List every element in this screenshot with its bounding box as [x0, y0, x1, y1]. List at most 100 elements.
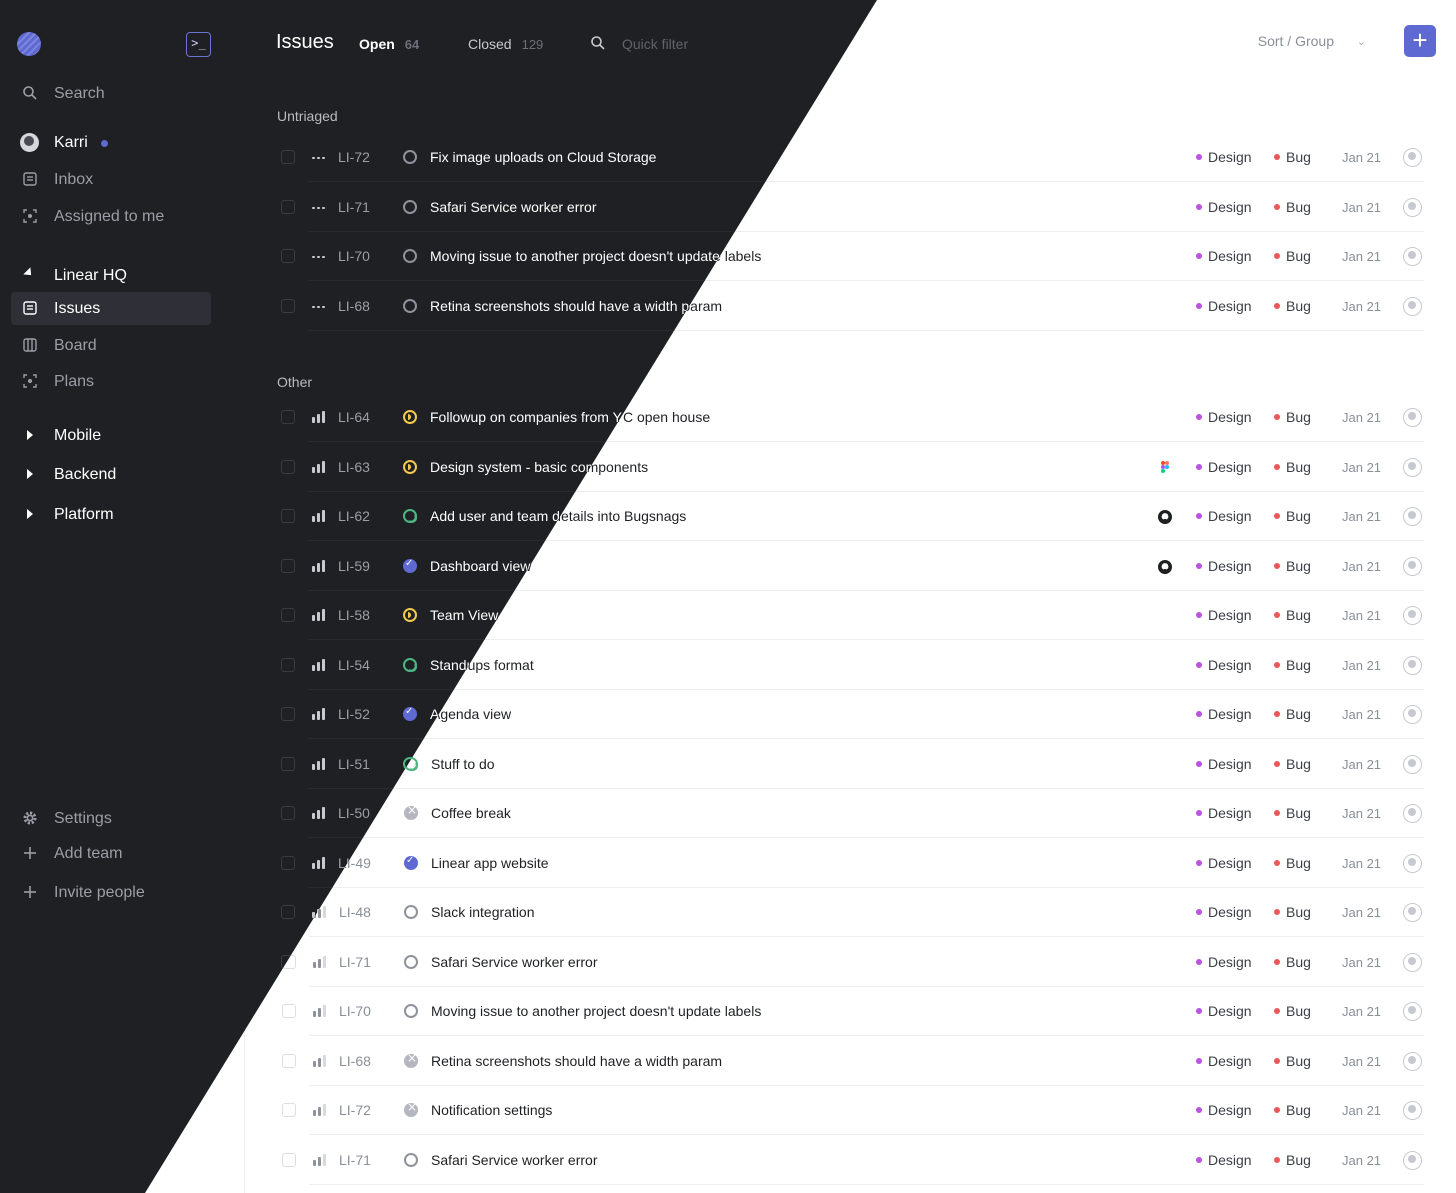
label-bug[interactable]: Bug	[1274, 298, 1311, 314]
priority-icon[interactable]	[312, 807, 326, 819]
assignee-avatar-icon[interactable]	[1403, 606, 1422, 625]
issue-title[interactable]: Safari Service worker error	[431, 954, 598, 970]
assignee-avatar-icon[interactable]	[1403, 953, 1422, 972]
issue-row[interactable]: LI-51 Stuff to do Design Bug Jan 21	[265, 740, 1424, 789]
label-design[interactable]: Design	[1196, 459, 1252, 475]
label-bug[interactable]: Bug	[1274, 1102, 1311, 1118]
label-bug[interactable]: Bug	[1274, 756, 1311, 772]
assignee-avatar-icon[interactable]	[1403, 148, 1422, 167]
label-design[interactable]: Design	[1196, 657, 1252, 673]
row-checkbox[interactable]	[281, 757, 295, 771]
assignee-avatar-icon[interactable]	[1403, 854, 1422, 873]
priority-icon[interactable]	[313, 1055, 327, 1067]
row-checkbox[interactable]	[281, 299, 295, 313]
new-issue-button[interactable]: +	[1404, 25, 1436, 57]
label-bug[interactable]: Bug	[1274, 1003, 1311, 1019]
priority-icon[interactable]	[312, 708, 326, 720]
issue-title[interactable]: Stuff to do	[431, 756, 495, 772]
assignee-avatar-icon[interactable]	[1403, 507, 1422, 526]
sidebar-item-invite[interactable]: Invite people	[11, 876, 211, 909]
priority-icon[interactable]	[312, 758, 326, 770]
issue-title[interactable]: Retina screenshots should have a width p…	[430, 298, 721, 314]
status-icon[interactable]	[403, 658, 417, 672]
issue-title[interactable]: Team View	[430, 607, 498, 623]
issue-title[interactable]: Safari Service worker error	[430, 199, 597, 215]
status-icon[interactable]	[403, 509, 417, 523]
row-checkbox[interactable]	[281, 608, 295, 622]
row-checkbox[interactable]	[282, 1054, 296, 1068]
status-icon[interactable]	[403, 299, 417, 313]
priority-icon[interactable]	[312, 201, 326, 213]
github-icon[interactable]	[1157, 559, 1173, 575]
status-icon[interactable]	[404, 1051, 418, 1068]
status-icon[interactable]	[403, 150, 417, 164]
label-design[interactable]: Design	[1196, 558, 1252, 574]
priority-icon[interactable]	[313, 1154, 327, 1166]
issue-title[interactable]: Safari Service worker error	[431, 1152, 598, 1168]
label-bug[interactable]: Bug	[1274, 508, 1311, 524]
label-design[interactable]: Design	[1196, 706, 1252, 722]
row-checkbox[interactable]	[281, 806, 295, 820]
issue-title[interactable]: Linear app website	[431, 855, 549, 871]
sidebar-user[interactable]: Karri	[11, 126, 211, 159]
label-bug[interactable]: Bug	[1274, 199, 1311, 215]
label-design[interactable]: Design	[1196, 805, 1252, 821]
label-design[interactable]: Design	[1196, 904, 1252, 920]
label-bug[interactable]: Bug	[1274, 409, 1311, 425]
row-checkbox[interactable]	[281, 410, 295, 424]
sidebar-search[interactable]: Search	[11, 77, 211, 110]
label-bug[interactable]: Bug	[1274, 805, 1311, 821]
issue-row[interactable]: LI-68 Retina screenshots should have a wi…	[265, 1037, 1424, 1086]
sidebar-item-assigned[interactable]: Assigned to me	[11, 200, 211, 233]
sidebar-project-mobile[interactable]: Mobile	[11, 419, 211, 452]
command-menu-button[interactable]: >_	[186, 32, 211, 57]
assignee-avatar-icon[interactable]	[1403, 297, 1422, 316]
assignee-avatar-icon[interactable]	[1403, 1002, 1422, 1021]
issue-row[interactable]: LI-48 Slack integration Design Bug Jan 21	[265, 888, 1424, 937]
sidebar-item-board[interactable]: Board	[11, 329, 211, 362]
assignee-avatar-icon[interactable]	[1403, 1151, 1422, 1170]
issue-row[interactable]: LI-70 Moving issue to another project doe…	[265, 987, 1424, 1036]
assignee-avatar-icon[interactable]	[1403, 903, 1422, 922]
label-design[interactable]: Design	[1196, 607, 1252, 623]
issue-title[interactable]: Dashboard view	[430, 558, 530, 574]
label-design[interactable]: Design	[1196, 855, 1252, 871]
sidebar-team-linear-hq[interactable]: Linear HQ	[11, 259, 211, 292]
row-checkbox[interactable]	[282, 1153, 296, 1167]
priority-icon[interactable]	[312, 151, 326, 163]
priority-icon[interactable]	[313, 1104, 327, 1116]
assignee-avatar-icon[interactable]	[1403, 1101, 1422, 1120]
label-bug[interactable]: Bug	[1274, 607, 1311, 623]
label-bug[interactable]: Bug	[1274, 149, 1311, 165]
sidebar-item-plans[interactable]: Plans	[11, 365, 211, 398]
priority-icon[interactable]	[313, 1005, 327, 1017]
issue-row[interactable]: LI-50 Coffee break Design Bug Jan 21	[265, 789, 1424, 838]
label-design[interactable]: Design	[1196, 954, 1252, 970]
priority-icon[interactable]	[312, 510, 326, 522]
sidebar-item-issues[interactable]: Issues	[11, 292, 211, 325]
status-icon[interactable]	[403, 706, 417, 721]
issue-title[interactable]: Coffee break	[431, 805, 511, 821]
label-design[interactable]: Design	[1196, 1102, 1252, 1118]
sidebar-item-inbox[interactable]: Inbox	[11, 163, 211, 196]
issue-title[interactable]: Fix image uploads on Cloud Storage	[430, 149, 656, 165]
priority-icon[interactable]	[312, 659, 326, 671]
github-icon[interactable]	[1157, 509, 1173, 525]
status-icon[interactable]	[404, 1153, 418, 1167]
label-bug[interactable]: Bug	[1274, 855, 1311, 871]
label-bug[interactable]: Bug	[1274, 459, 1311, 475]
issue-title[interactable]: Slack integration	[431, 904, 535, 920]
row-checkbox[interactable]	[281, 707, 295, 721]
status-icon[interactable]	[403, 558, 417, 573]
label-bug[interactable]: Bug	[1274, 904, 1311, 920]
assignee-avatar-icon[interactable]	[1403, 656, 1422, 675]
row-checkbox[interactable]	[281, 559, 295, 573]
status-icon[interactable]	[404, 803, 418, 820]
sidebar-project-platform[interactable]: Platform	[11, 498, 211, 531]
row-checkbox[interactable]	[281, 905, 295, 919]
assignee-avatar-icon[interactable]	[1403, 804, 1422, 823]
issue-title[interactable]: Moving issue to another project doesn't …	[431, 1003, 761, 1019]
sidebar-project-backend[interactable]: Backend	[11, 458, 211, 491]
label-bug[interactable]: Bug	[1274, 1053, 1311, 1069]
row-checkbox[interactable]	[281, 150, 295, 164]
